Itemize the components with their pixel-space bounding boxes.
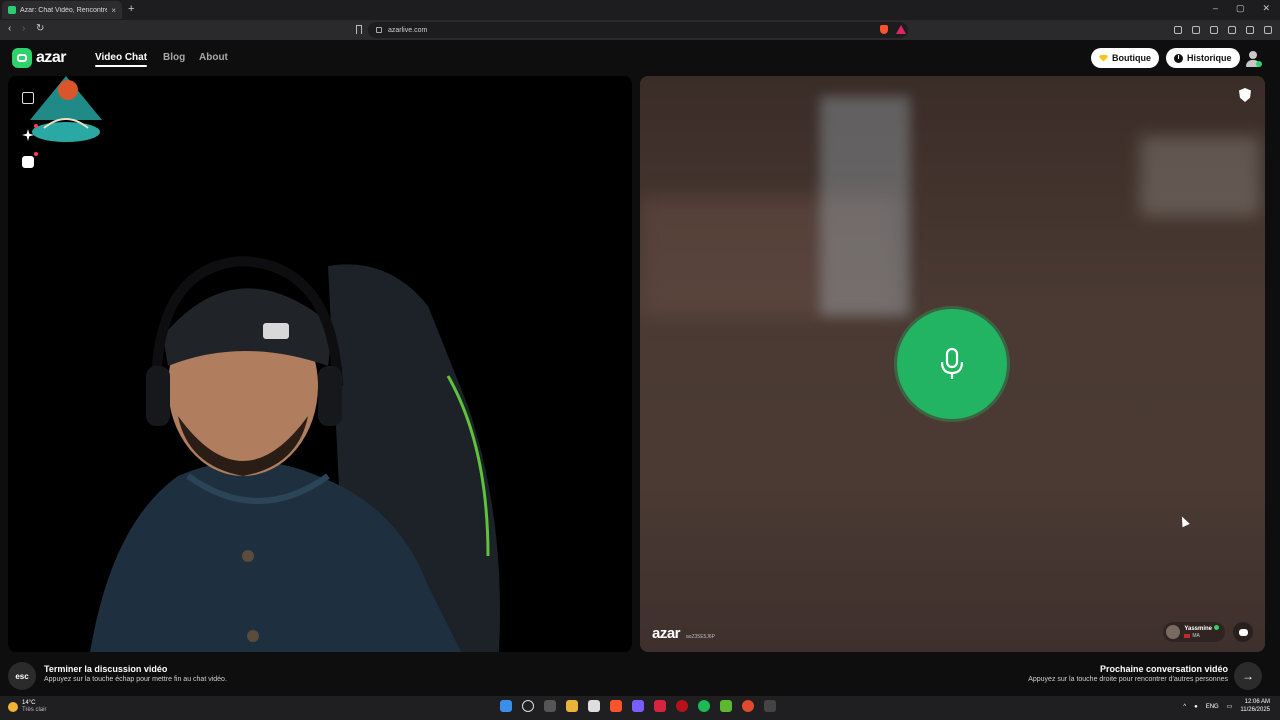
gem-icon [1099,54,1108,62]
azar-page: azar Video Chat Blog About Boutique Hist… [0,40,1280,696]
vpn-icon[interactable] [1246,26,1254,34]
menu-icon[interactable] [1264,26,1272,34]
search-icon[interactable] [522,700,534,712]
boutique-label: Boutique [1112,53,1151,63]
bookmark-icon[interactable] [356,25,362,34]
wallet-icon[interactable] [1210,26,1218,34]
spotify-icon[interactable] [698,700,710,712]
stream-overlay-logo-icon [30,76,102,142]
discord-icon[interactable] [632,700,644,712]
profile-avatar-icon[interactable] [1246,51,1262,67]
tab-close-icon[interactable]: × [111,6,116,15]
clock[interactable]: 12:06 AM 11/26/2025 [1240,699,1270,715]
calendar-icon[interactable] [588,700,600,712]
peer-country: MA [1192,632,1200,639]
new-tab-button[interactable]: + [128,3,134,15]
taskbar-apps [500,700,776,712]
extensions-icon[interactable] [1228,26,1236,34]
brave-browser-icon[interactable] [610,700,622,712]
azar-logo[interactable]: azar [12,48,67,68]
system-tray: ^ ● ENG ▭ 12:06 AM 11/26/2025 [1183,699,1270,715]
browser-extensions [1174,26,1272,34]
url-text: azarlive.com [388,26,428,34]
tray-mic-icon[interactable]: ● [1194,704,1198,710]
verified-icon [1214,625,1219,631]
camera-flip-icon[interactable] [22,92,34,104]
next-chat-title: Prochaine conversation vidéo [1099,664,1228,674]
weather-temp: 14°C [22,700,36,706]
maximize-button[interactable]: ▢ [1236,3,1245,14]
browser-tab-strip: Azar: Chat Vidéo, Rencontrer × + – ▢ ✕ [0,0,1280,20]
weather-sun-icon [8,702,18,713]
language-indicator[interactable]: ENG [1206,704,1219,710]
reload-icon[interactable]: ↻ [36,23,44,34]
next-chat-hint: Appuyez sur la touche droite pour rencon… [1028,676,1228,683]
historique-label: Historique [1187,53,1232,63]
nav-about[interactable]: About [199,52,228,63]
bottom-action-bar: esc Terminer la discussion vidéo Appuyez… [0,652,1280,696]
azar-watermark: azar aoZ35E5J6P [652,625,715,642]
site-info-icon[interactable] [376,27,382,33]
nav-blog[interactable]: Blog [163,52,185,63]
end-chat-title: Terminer la discussion vidéo [44,664,168,674]
microphone-button[interactable] [897,309,1007,419]
historique-button[interactable]: Historique [1166,48,1240,68]
task-view-icon[interactable] [544,700,556,712]
tab-title: Azar: Chat Vidéo, Rencontrer [20,6,108,14]
browser-tab[interactable]: Azar: Chat Vidéo, Rencontrer × [2,1,122,19]
self-camera-view [8,76,632,652]
watermark-id: aoZ35E5J6P [686,634,715,640]
self-video-person [90,255,500,652]
url-bar[interactable]: azarlive.com [368,22,908,38]
tray-chevron-icon[interactable]: ^ [1183,704,1186,710]
record-icon[interactable] [676,700,688,712]
brave-shields-icon[interactable] [880,25,888,34]
weather-widget[interactable]: 14°C Très clair [8,700,46,714]
media-icon[interactable] [1174,26,1182,34]
back-icon[interactable]: ‹ [8,23,11,34]
start-icon[interactable] [500,700,512,712]
nav-video-chat[interactable]: Video Chat [95,52,148,67]
address-toolbar: ‹ › ↻ azarlive.com [0,20,1280,40]
chat-button[interactable] [1233,622,1253,642]
effects-sparkle-icon[interactable] [22,124,38,141]
os-taskbar: 14°C Très clair ^ ● ENG ▭ 12:06 AM 11/26… [0,696,1280,720]
morocco-flag-icon [1184,633,1191,638]
azar-favicon-icon [8,6,16,14]
watermark-logo: azar [652,625,681,642]
window-controls: – ▢ ✕ [1213,3,1270,14]
end-chat-button[interactable]: esc [8,662,36,690]
history-icon [1174,53,1183,63]
next-chat-button[interactable]: → [1234,662,1262,690]
chat-bubble-icon [1238,628,1248,636]
end-chat-hint: Appuyez sur la touche échap pour mettre … [44,676,227,683]
app-icon[interactable] [764,700,776,712]
weather-desc: Très clair [22,707,47,714]
play-store-icon[interactable] [720,700,732,712]
file-explorer-icon[interactable] [566,700,578,712]
peer-info-chip[interactable]: Yassmine MA [1163,622,1225,642]
app-red-icon[interactable] [654,700,666,712]
forward-icon[interactable]: › [22,23,25,34]
report-shield-icon[interactable] [1239,88,1251,102]
peer-avatar [1166,625,1181,639]
peer-name: Yassmine [1184,626,1212,633]
boutique-button[interactable]: Boutique [1091,48,1159,68]
chrome-icon[interactable] [742,700,754,712]
clock-time: 12:06 AM [1244,699,1270,705]
logo-wordmark: azar [36,49,67,66]
microphone-icon [940,347,964,379]
minimize-button[interactable]: – [1213,3,1218,14]
sticker-icon[interactable] [22,152,38,168]
remote-video-view: azar aoZ35E5J6P Yassmine MA [640,76,1265,652]
tray-network-icon[interactable]: ▭ [1227,703,1233,710]
close-window-button[interactable]: ✕ [1262,3,1270,14]
azar-logo-icon [12,48,32,68]
sidebar-icon[interactable] [1192,26,1200,34]
brave-rewards-icon[interactable] [896,25,906,34]
clock-date: 11/26/2025 [1240,706,1270,713]
